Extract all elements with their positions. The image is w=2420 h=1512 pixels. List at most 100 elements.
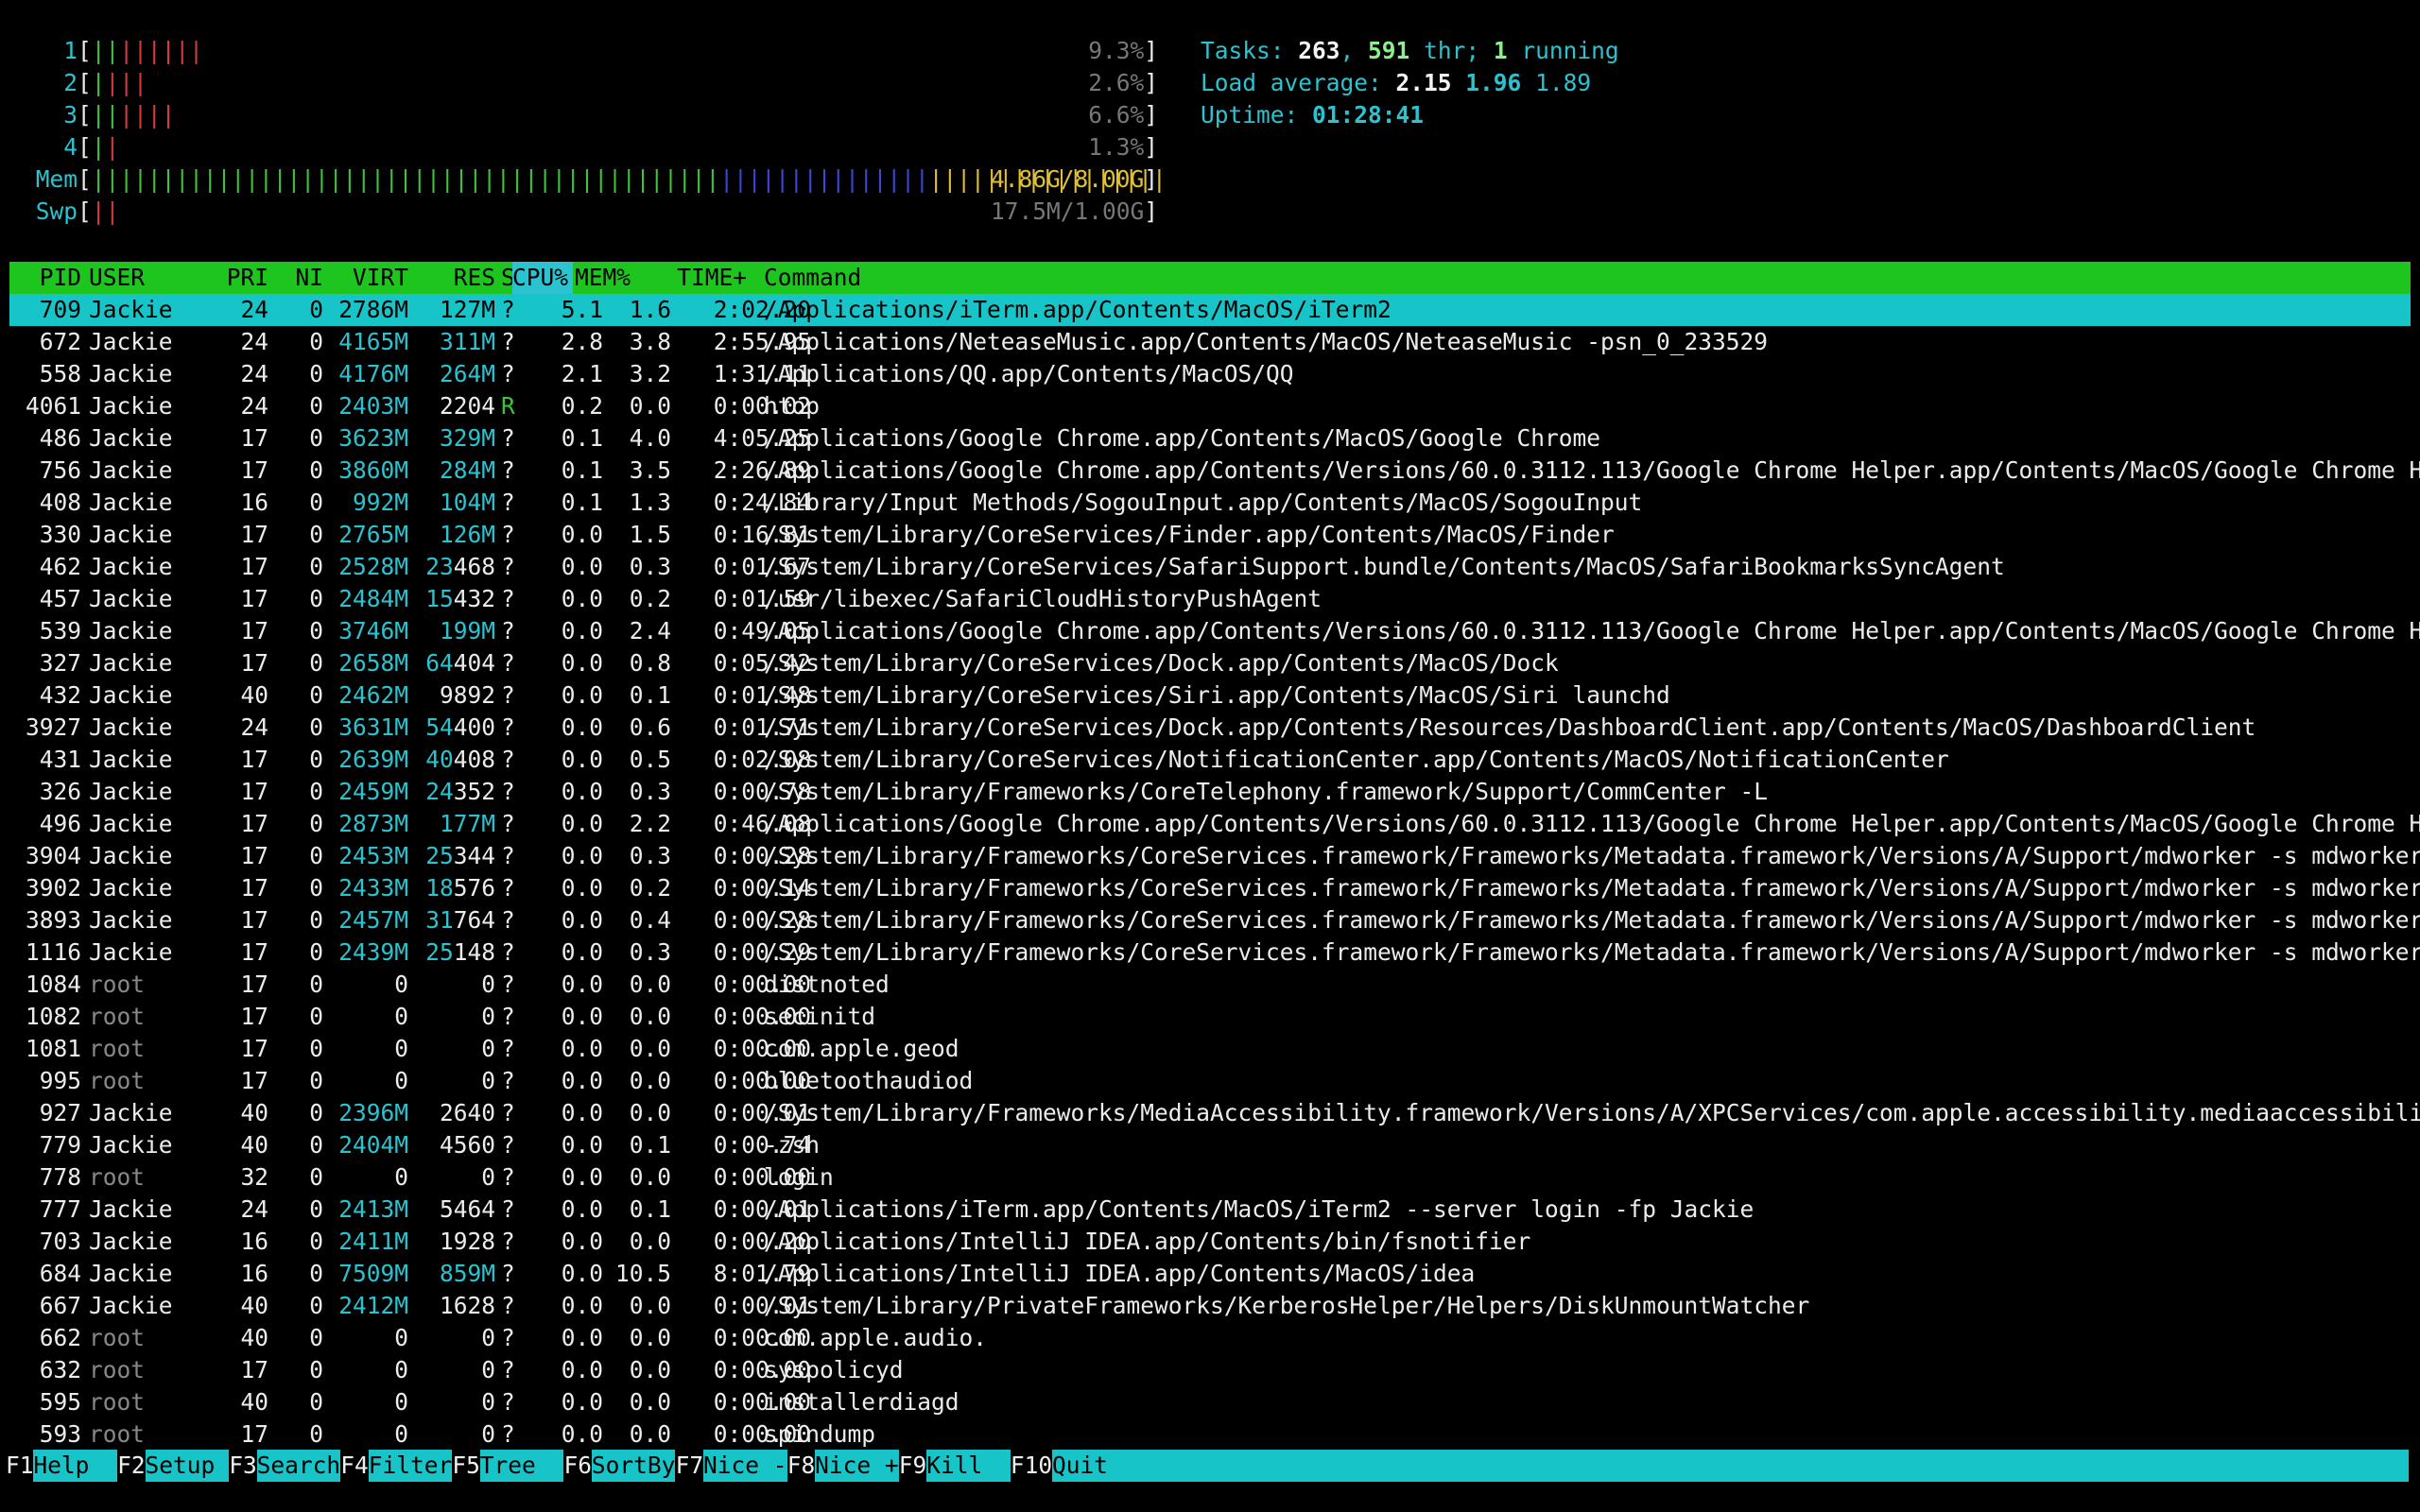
table-row[interactable]: 672 Jackie 24 0 4165M 311M? 2.8 3.8 2:55.95/Appl… [9, 326, 2411, 358]
cell-s: ? [501, 906, 515, 934]
cell-s: ? [501, 1260, 515, 1287]
fkey-label-f5[interactable]: Tree [479, 1450, 564, 1482]
cell-pid: 995 [39, 1067, 81, 1094]
cell-pri: 40 [240, 681, 268, 709]
fkey-f2[interactable]: F2 [117, 1450, 146, 1482]
col-virt[interactable]: VIRT [323, 262, 408, 294]
cell-pri: 40 [240, 1131, 268, 1159]
table-row[interactable]: 3902 Jackie 17 0 2433M 18576? 0.0 0.2 0:00.14/Sy… [9, 872, 2420, 904]
cell-user: Jackie [89, 328, 173, 355]
table-row[interactable]: 1081 root 17 0 0 0? 0.0 0.0 0:00.00 com.apple.geo… [9, 1033, 2411, 1065]
fkey-label-f8[interactable]: Nice + [815, 1450, 899, 1482]
cell-cmd: /usr/libexec/SafariCloudHistoryPushAgent [764, 585, 1322, 612]
col-ni[interactable]: NI [268, 262, 323, 294]
fkey-label-f6[interactable]: SortBy [591, 1450, 676, 1482]
fkey-label-f10[interactable]: Quit [1052, 1450, 1136, 1482]
table-row[interactable]: 408 Jackie 16 0 992M 104M? 0.1 1.3 0:24.84/Libra… [9, 487, 2411, 519]
cell-virt: 0 [394, 1324, 408, 1351]
table-row[interactable]: 927 Jackie 40 0 2396M 2640? 0.0 0.0 0:00.01/Syst… [9, 1097, 2420, 1129]
cell-pri: 24 [240, 296, 268, 323]
table-row[interactable]: 539 Jackie 17 0 3746M 199M? 0.0 2.4 0:49.05/Appl… [9, 615, 2420, 647]
cell-ni: 0 [309, 1099, 323, 1126]
table-row[interactable]: 667 Jackie 40 0 2412M 1628? 0.0 0.0 0:00.01/Syst… [9, 1290, 2411, 1322]
col-user[interactable]: USER [89, 262, 145, 294]
fkey-f10[interactable]: F10 [1011, 1450, 1052, 1482]
col-res[interactable]: RES [408, 262, 495, 294]
table-row[interactable]: 995 root 17 0 0 0? 0.0 0.0 0:00.00 bluetoothaudio… [9, 1065, 2411, 1097]
cell-mem: 2.2 [629, 810, 671, 837]
fkey-label-f4[interactable]: Filter [368, 1450, 453, 1482]
cell-pid: 496 [39, 810, 81, 837]
cell-virt: 7509M [338, 1260, 408, 1287]
fkey-f7[interactable]: F7 [676, 1450, 704, 1482]
table-row[interactable]: 593 root 17 0 0 0? 0.0 0.0 0:00.00 spindump [9, 1418, 2411, 1451]
fkey-f8[interactable]: F8 [787, 1450, 816, 1482]
cell-user: Jackie [89, 456, 173, 484]
function-key-bar: F1 Help F2 Setup F3 Search F4 Filter F5 Tree F6… [0, 1450, 2420, 1482]
cell-ni: 0 [309, 1388, 323, 1416]
col-command[interactable]: Command [764, 262, 861, 294]
table-row[interactable]: 779 Jackie 40 0 2404M 4560? 0.0 0.1 0:00.74 -zsh [9, 1129, 2411, 1161]
fkey-f6[interactable]: F6 [564, 1450, 593, 1482]
cell-cpu: 0.0 [561, 521, 603, 548]
fkey-label-f1[interactable]: Help [33, 1450, 117, 1482]
table-row[interactable]: 457 Jackie 17 0 2484M 15432? 0.0 0.2 0:01.59/usr… [9, 583, 2411, 615]
table-row[interactable]: 662 root 40 0 0 0? 0.0 0.0 0:00.00 com.apple.audi… [9, 1322, 2411, 1354]
table-row[interactable]: 3904 Jackie 17 0 2453M 25344? 0.0 0.3 0:00.28/Sy… [9, 840, 2420, 872]
fkey-f1[interactable]: F1 [6, 1450, 34, 1482]
cell-mem: 0.4 [629, 906, 671, 934]
cell-res: 24352 [425, 778, 495, 805]
table-row[interactable]: 684 Jackie 16 0 7509M 859M? 0.0 10.5 8:01.79/App… [9, 1258, 2411, 1290]
col-cpu-sorted[interactable]: CPU% [512, 262, 573, 294]
cell-ni: 0 [309, 1035, 323, 1062]
cell-pid: 684 [39, 1260, 81, 1287]
fkey-f5[interactable]: F5 [452, 1450, 480, 1482]
table-row[interactable]: 432 Jackie 40 0 2462M 9892? 0.0 0.1 0:01.48/Syst… [9, 679, 2411, 712]
cell-user: root [89, 1420, 146, 1448]
fkey-label-f9[interactable]: Kill [926, 1450, 1011, 1482]
cell-s: ? [501, 489, 515, 516]
fkey-label-f7[interactable]: Nice - [703, 1450, 787, 1482]
table-row[interactable]: 595 root 40 0 0 0? 0.0 0.0 0:00.00 installerdiagd [9, 1386, 2411, 1418]
col-mem[interactable]: MEM% [575, 262, 643, 294]
table-row[interactable]: 1116 Jackie 17 0 2439M 25148? 0.0 0.3 0:00.29/Sy… [9, 936, 2420, 969]
cell-cmd: /System/Library/Frameworks/CoreServices.… [764, 906, 2420, 934]
table-row[interactable]: 462 Jackie 17 0 2528M 23468? 0.0 0.3 0:01.67/Sys… [9, 551, 2411, 583]
table-row[interactable]: 330 Jackie 17 0 2765M 126M? 0.0 1.5 0:16.81/Syst… [9, 519, 2411, 551]
fkey-f4[interactable]: F4 [340, 1450, 369, 1482]
cell-mem: 0.0 [629, 1228, 671, 1255]
table-row[interactable]: 756 Jackie 17 0 3860M 284M? 0.1 3.5 2:26.89/Appl… [9, 455, 2420, 487]
table-row[interactable]: 777 Jackie 24 0 2413M 5464? 0.0 0.1 0:00.01/Appl… [9, 1194, 2411, 1226]
cell-virt: 0 [394, 1388, 408, 1416]
table-row[interactable]: 558 Jackie 24 0 4176M 264M? 2.1 3.2 1:31.11/Appl… [9, 358, 2411, 390]
meter-mem: Mem [||||||||||||||||||||||||||||||||||||… [0, 163, 1172, 196]
col-time[interactable]: TIME+ [671, 262, 747, 294]
table-row[interactable]: 327 Jackie 17 0 2658M 64404? 0.0 0.8 0:05.42/Sys… [9, 647, 2411, 679]
table-row[interactable]: 3927 Jackie 24 0 3631M 54400? 0.0 0.6 0:01.71/Sy… [9, 712, 2411, 744]
cell-pri: 17 [240, 424, 268, 452]
fkey-label-f3[interactable]: Search [256, 1450, 341, 1482]
table-row[interactable]: 496 Jackie 17 0 2873M 177M? 0.0 2.2 0:46.08/Appl… [9, 808, 2420, 840]
fkey-f3[interactable]: F3 [229, 1450, 257, 1482]
col-pri[interactable]: PRI [208, 262, 268, 294]
fkey-f9[interactable]: F9 [899, 1450, 927, 1482]
table-row[interactable]: 632 root 17 0 0 0? 0.0 0.0 0:00.00 syspolicyd [9, 1354, 2411, 1386]
cell-res: 0 [481, 1420, 495, 1448]
table-row[interactable]: 431 Jackie 17 0 2639M 40408? 0.0 0.5 0:02.08/Sys… [9, 744, 2411, 776]
table-row[interactable]: 778 root 32 0 0 0? 0.0 0.0 0:00.00 login [9, 1161, 2411, 1194]
table-row[interactable]: 703 Jackie 16 0 2411M 1928? 0.0 0.0 0:00.20/Appl… [9, 1226, 2411, 1258]
table-row-selected[interactable]: 709 Jackie 24 0 2786M 127M? 5.1 1.6 2:02.20/Appl… [9, 294, 2411, 326]
col-pid[interactable]: PID [9, 262, 81, 294]
cell-cpu: 0.0 [561, 1131, 603, 1159]
cell-virt: 0 [394, 1420, 408, 1448]
table-row[interactable]: 326 Jackie 17 0 2459M 24352? 0.0 0.3 0:00.78/Sys… [9, 776, 2411, 808]
table-row[interactable]: 1082 root 17 0 0 0? 0.0 0.0 0:00.00 secinitd [9, 1001, 2411, 1033]
table-row[interactable]: 4061 Jackie 24 0 2403M 2204 R 0.2 0.0 0:00.02 htop [9, 390, 2411, 422]
table-row[interactable]: 1084 root 17 0 0 0? 0.0 0.0 0:00.00 distnoted [9, 969, 2411, 1001]
table-row[interactable]: 3893 Jackie 17 0 2457M 31764? 0.0 0.4 0:00.28/Sy… [9, 904, 2420, 936]
cell-pid: 703 [39, 1228, 81, 1255]
fkey-label-f2[interactable]: Setup [145, 1450, 230, 1482]
cell-cmd: com.apple.geod [764, 1035, 959, 1062]
table-row[interactable]: 486 Jackie 17 0 3623M 329M? 0.1 4.0 4:05.25/Appl… [9, 422, 2411, 455]
cell-user: Jackie [89, 392, 173, 420]
